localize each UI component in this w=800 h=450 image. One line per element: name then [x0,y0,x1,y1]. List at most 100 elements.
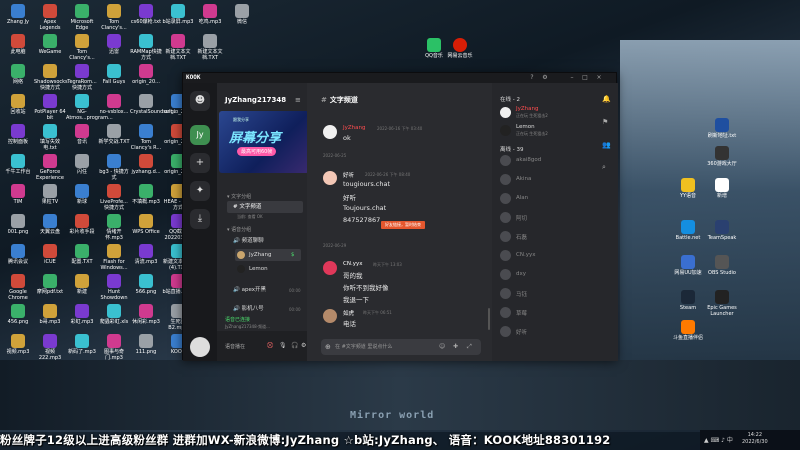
bell-icon[interactable]: 🔔 [602,95,611,103]
member-row[interactable]: 马钰 [498,286,586,302]
desktop-icon[interactable]: 新学交战.TXT [98,124,130,146]
desktop-icon[interactable]: 情绪开怀.mp3 [98,214,130,241]
add-server-icon[interactable]: + [190,153,210,173]
desktop-icon[interactable]: 新增 [706,178,738,200]
clock[interactable]: 14:22 2022/6/30 [742,432,768,446]
desktop-icon[interactable]: YY语音 [672,178,704,200]
chat-scrollbar[interactable] [488,308,490,330]
members-icon[interactable]: 👥 [602,141,611,149]
headset-icon[interactable]: 🎧 [291,342,298,349]
desktop-icon[interactable]: WeGame [34,34,66,56]
desktop-icon[interactable]: 刷新地址.txt [706,118,738,140]
desktop-icon[interactable]: 360游戏大厅 [706,146,738,168]
desktop-icon[interactable]: 斗鱼直播伴侣 [672,320,704,342]
mic-icon[interactable]: 🎙 [279,342,287,349]
desktop-icon[interactable]: Flash for Windows... [98,244,130,271]
desktop-icon[interactable]: TIM [2,184,34,206]
avatar[interactable] [323,171,337,185]
settings-icon[interactable]: ⚙ [541,74,549,82]
member-row[interactable]: 石磊 [498,229,586,245]
desktop-icon[interactable]: PotPlayer 64 bit [34,94,66,121]
desktop-icon[interactable]: 新球 [66,184,98,206]
member-row[interactable]: akai8god [498,153,586,169]
group-text[interactable]: ▾ 文字分组 [227,193,251,200]
voice-user-jyzhang[interactable]: JyZhang $ [235,249,301,261]
desktop-icon[interactable]: bg3 - 快捷方式 [98,154,130,181]
desktop-icon[interactable]: 清流.mp3 [130,244,162,266]
desktop-icon[interactable]: WPS Office [130,214,162,236]
desktop-icon[interactable]: Steam [672,290,704,312]
desktop-icon[interactable]: Battle.net [672,220,704,242]
desktop-icon[interactable]: 彩虹.mp3 [66,304,98,326]
member-row[interactable]: 阿切 [498,210,586,226]
desktop-icon[interactable]: 填写失效电.txt [34,124,66,151]
channel-text[interactable]: # 文字频道 [227,201,303,213]
desktop-icon[interactable]: 新建文本文档.TXT [162,34,194,61]
server-name[interactable]: JyZhang217348 [225,96,286,104]
desktop-icon[interactable]: 456.png [2,304,34,326]
desktop-icon[interactable]: Google Chrome [2,274,34,301]
member-row[interactable]: Akina [498,172,586,188]
desktop-icon[interactable]: TeamSpeak [706,220,738,242]
desktop-icon[interactable]: 彩片收手段 [66,214,98,236]
desktop-icon[interactable]: 图事与奇门.mp3 [98,334,130,361]
desktop-icon[interactable]: 回收站 [2,94,34,116]
desktop-icon[interactable]: 视频222.mp3 [34,334,66,361]
avatar[interactable] [323,261,337,275]
desktop-icon[interactable]: Tom Clancy's... [98,4,130,31]
group-voice[interactable]: ▾ 语音分组 [227,226,251,233]
desktop-icon[interactable]: Apex Legends [34,4,66,31]
desktop-icon[interactable]: iCUE [34,244,66,266]
home-icon[interactable]: ☻ [190,91,210,111]
desktop-icon[interactable]: 休闲彩.mp3 [130,304,162,326]
message-input[interactable]: ⊕ 在 #文字频道 里说点什么 ☺ ✚ ⤢ [321,339,481,355]
desktop-icon[interactable]: 千牛工作台 [2,154,34,176]
desktop-icon[interactable]: OBS Studio [706,255,738,277]
desktop-icon[interactable]: cs60爆枪.txt [130,4,162,26]
maximize-icon[interactable]: □ [581,74,589,82]
desktop-icon[interactable]: 爬蟲彩虹.xls [98,304,130,326]
desktop-icon[interactable]: Epic Games Launcher [706,290,738,317]
search-icon[interactable]: ⌕ [602,163,606,172]
pin-icon[interactable]: ⚑ [602,118,608,126]
close-icon[interactable]: × [595,74,603,82]
desktop-icon[interactable]: 网易UU加速 [672,255,704,277]
desktop-icon[interactable]: no-vsblox... [98,94,130,116]
desktop-icon[interactable]: 001.png [2,214,34,236]
expand-icon[interactable]: ⤢ [467,339,472,355]
discover-icon[interactable]: ✦ [190,181,210,201]
desktop-icon[interactable]: b哥.mp3 [34,304,66,326]
server-jy-icon[interactable]: Jy [190,125,210,145]
desktop-icon[interactable]: 网络 [2,64,34,86]
menu-icon[interactable]: ≡ [295,96,301,104]
avatar[interactable] [323,309,337,323]
member-row[interactable]: 草莓 [498,305,586,321]
desktop-icon[interactable]: Tom Clancy's... [66,34,98,61]
desktop-icon[interactable]: Shadowsocks快捷方式 [34,64,68,91]
desktop-icon[interactable]: 腾讯会议 [2,244,34,266]
desktop-icon[interactable]: Microsoft Edge [66,4,98,31]
desktop-icon[interactable]: 微信 [226,4,258,26]
voice-user-lemon[interactable]: Lemon [235,263,301,275]
member-row[interactable]: dxy [498,267,586,283]
server-banner[interactable]: 跟我分享 屏幕分享 最高可用60帧 [219,111,309,173]
desktop-icon[interactable]: 此电脑 [2,34,34,56]
desktop-icon[interactable]: b站录屏.mp3 [162,4,194,26]
member-row[interactable]: Lemon 正在玩 生死狙击2 [498,123,586,139]
desktop-icon[interactable]: CrystalSoundsuit... [130,94,177,116]
desktop-icon[interactable]: NG-Atmos...program... [66,94,113,121]
desktop-icon[interactable]: 果粒TV [34,184,66,206]
desktop-icon[interactable]: Fall Guys [98,64,130,86]
desktop-icon[interactable]: 控制面板 [2,124,34,146]
desktop-icon[interactable]: Tom Clancy's R... [130,124,162,151]
message-author[interactable]: 如虎 [343,309,354,317]
member-row[interactable]: Alan [498,191,586,207]
add-attachment-icon[interactable]: ⊕ [325,339,331,355]
help-icon[interactable]: ? [528,74,536,82]
desktop-icon[interactable]: 视频.mp3 [2,334,34,356]
message-author[interactable]: JyZhang [343,125,365,131]
gift-icon[interactable]: ✚ [453,339,458,355]
message-author[interactable]: 好听 [343,171,354,179]
desktop-icon[interactable]: 配置.TXT [66,244,98,266]
desktop-icon[interactable]: 摩网pdf.txt [34,274,66,296]
